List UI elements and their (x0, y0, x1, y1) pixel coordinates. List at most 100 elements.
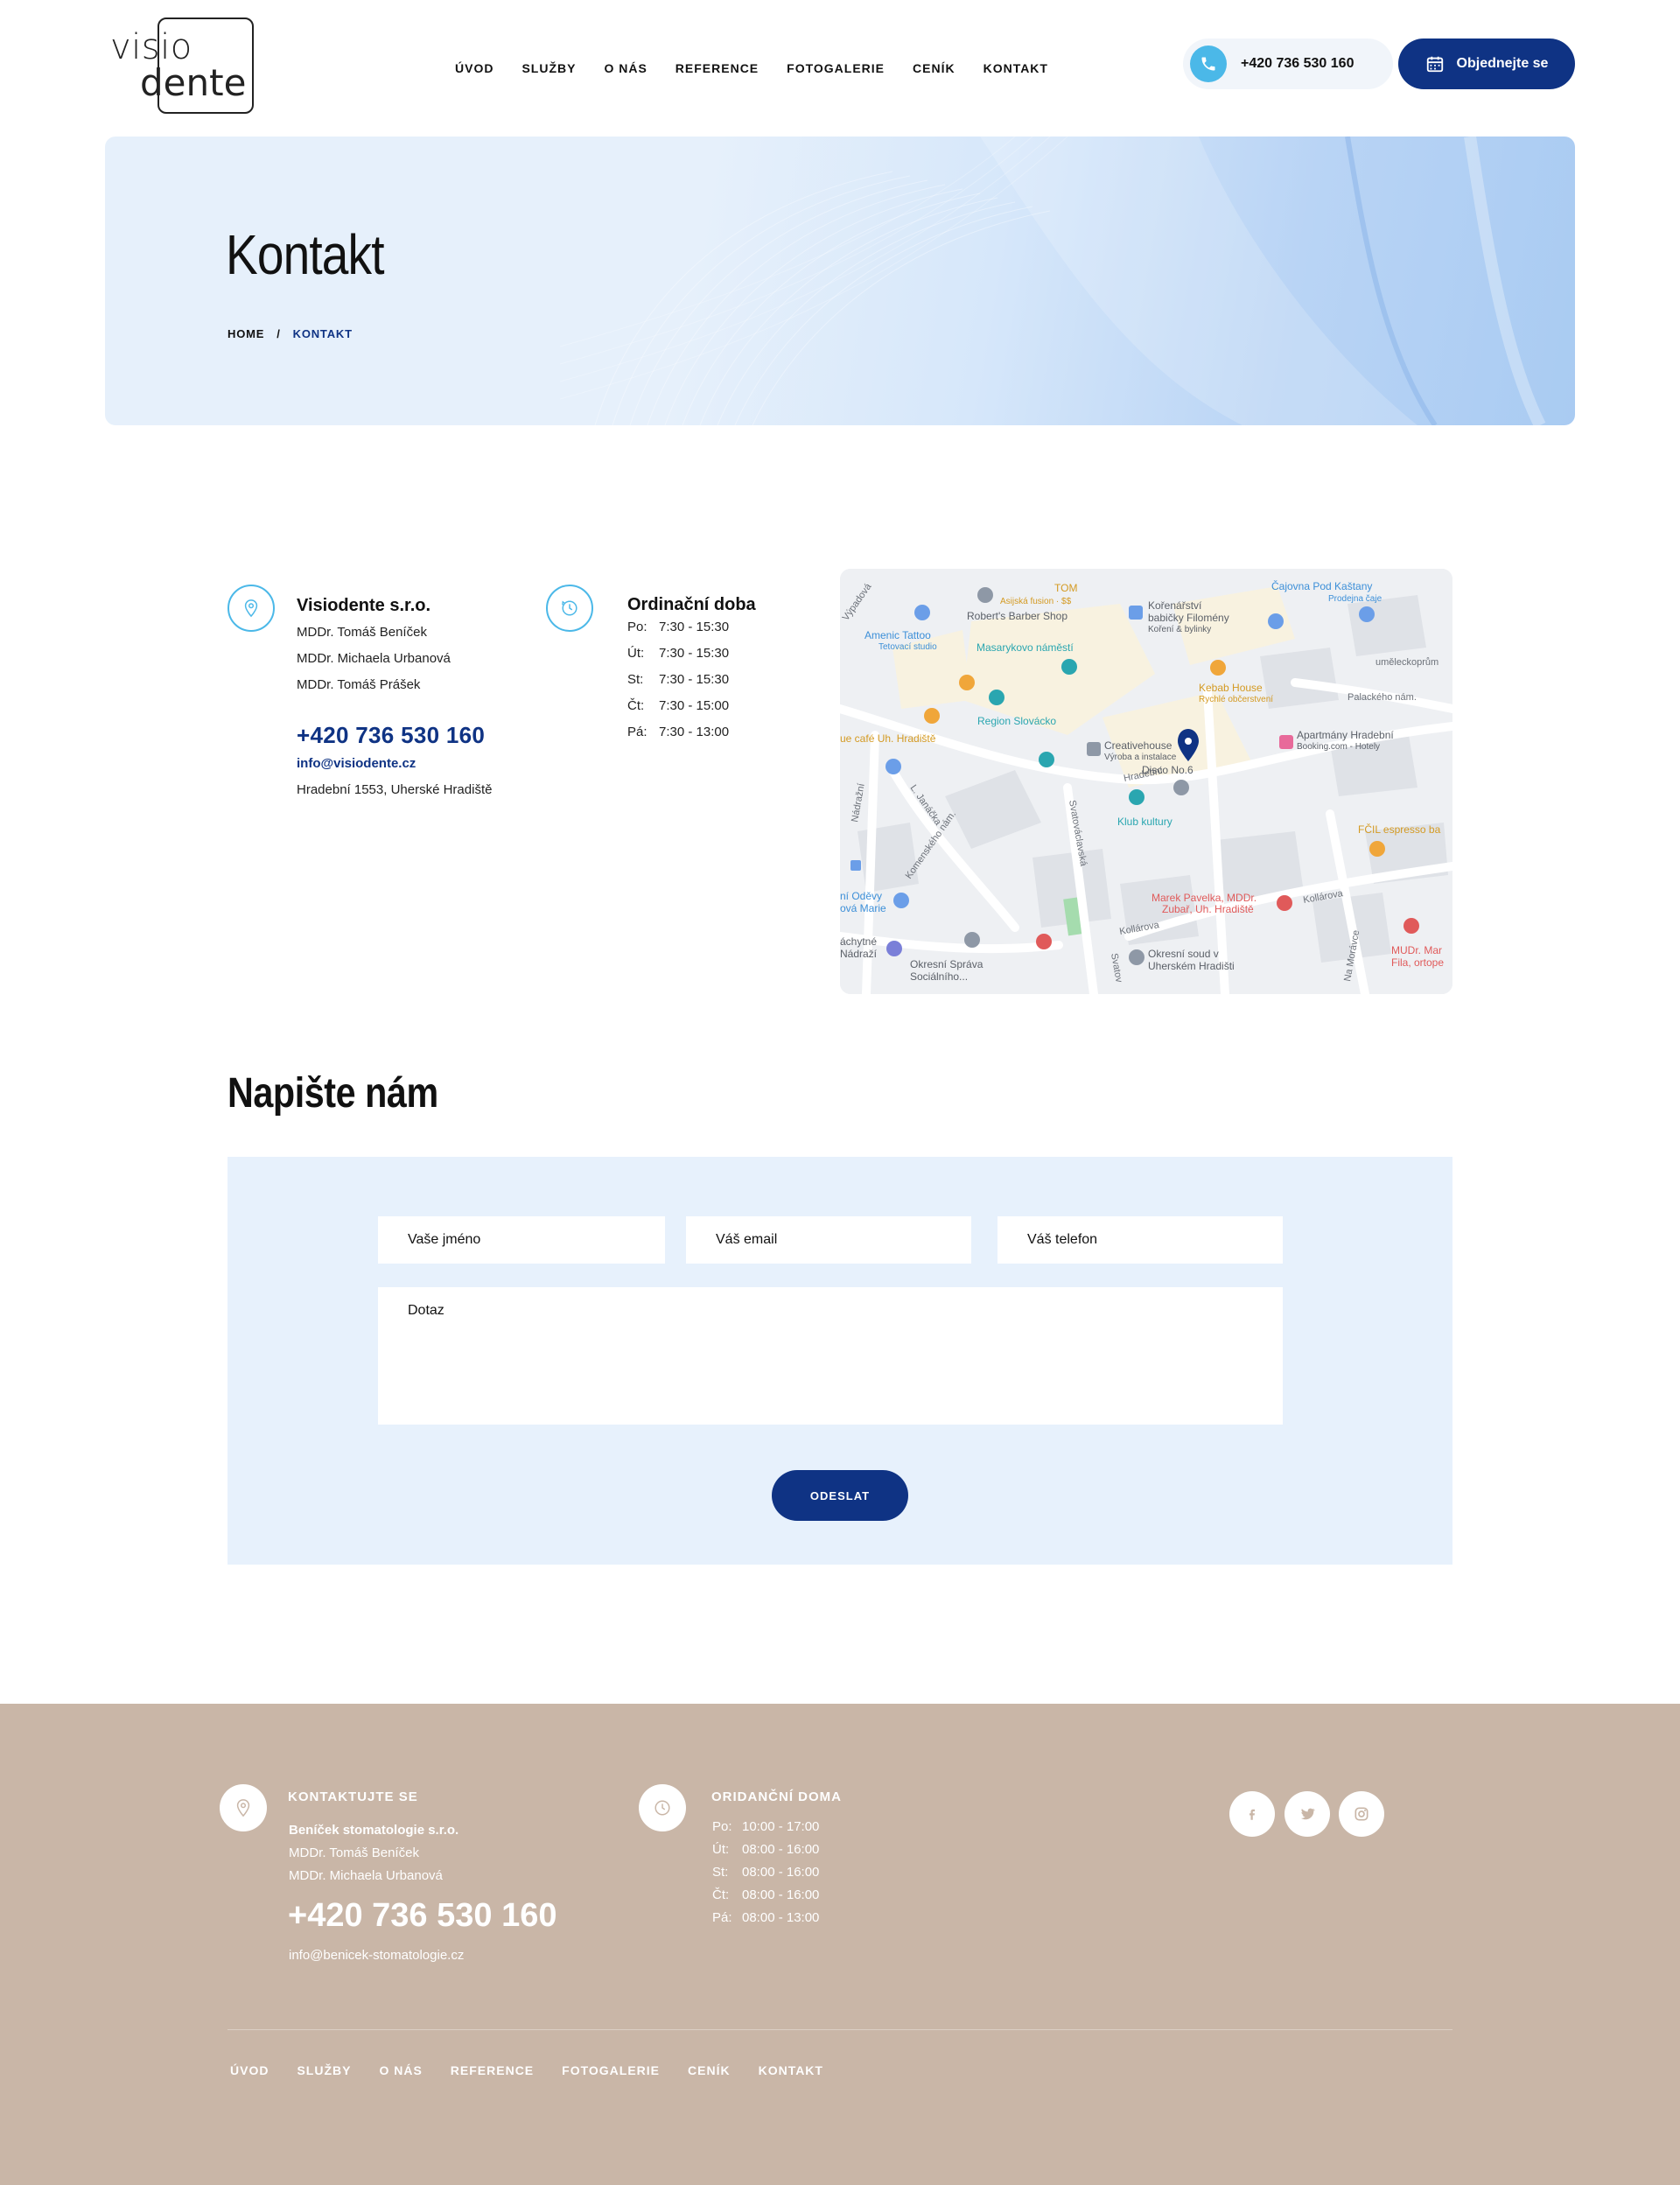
hours-row: Po: 7:30 - 15:30 (627, 620, 729, 646)
main-nav: ÚVOD SLUŽBY O NÁS REFERENCE FOTOGALERIE … (455, 61, 1048, 75)
map-label: Creativehouse (1104, 739, 1172, 752)
site-header: visio dente ÚVOD SLUŽBY O NÁS REFERENCE … (0, 0, 1680, 131)
map-label: Nádraží (840, 948, 878, 960)
logo[interactable]: visio dente (105, 16, 254, 114)
doctor-name: MDDr. Tomáš Beníček (297, 625, 427, 640)
breadcrumb-home[interactable]: HOME (228, 327, 264, 340)
name-input[interactable] (378, 1216, 665, 1264)
hours-time: 08:00 - 16:00 (742, 1865, 820, 1880)
footer-nav-link-uvod[interactable]: ÚVOD (230, 2063, 269, 2077)
phone-icon (1190, 46, 1227, 82)
footer-clock-icon (639, 1784, 686, 1831)
map-label: babičky Filomény (1148, 612, 1229, 624)
map-label: Zubař, Uh. Hradiště (1162, 903, 1254, 915)
hours-time: 08:00 - 13:00 (742, 1910, 820, 1925)
contact-address: Hradební 1553, Uherské Hradiště (297, 782, 493, 797)
map-label: Robert's Barber Shop (967, 610, 1068, 622)
map-label: Marek Pavelka, MDDr. (1152, 892, 1256, 904)
contact-email-link[interactable]: info@visiodente.cz (297, 756, 416, 771)
breadcrumb-current: KONTAKT (292, 327, 353, 340)
email-input[interactable] (686, 1216, 971, 1264)
footer-nav-link-reference[interactable]: REFERENCE (451, 2063, 534, 2077)
instagram-icon[interactable] (1339, 1791, 1384, 1837)
header-phone-number: +420 736 530 160 (1241, 56, 1354, 71)
hours-day: Po: (627, 620, 648, 634)
map-label: Kořenářství (1148, 599, 1202, 612)
message-textarea[interactable] (378, 1287, 1283, 1425)
nav-link-sluzby[interactable]: SLUŽBY (522, 61, 576, 75)
footer-hours-row: St: 08:00 - 16:00 (712, 1865, 819, 1887)
location-pin-icon (228, 585, 275, 632)
map-label: ue café Uh. Hradiště (840, 732, 936, 745)
map-label: Koření & bylinky (1148, 625, 1211, 634)
map-label: Apartmány Hradební (1297, 729, 1394, 741)
location-map[interactable]: Výpadová Hradební Svatováclavská Nádražn… (840, 569, 1452, 994)
map-label: Rychlé občerstvení (1199, 695, 1273, 704)
map-label: MUDr. Mar (1391, 944, 1442, 956)
map-label: Palackého nám. (1348, 692, 1417, 703)
footer-nav-link-kontakt[interactable]: KONTAKT (759, 2063, 823, 2077)
map-label: Klub kultury (1117, 816, 1172, 828)
map-label: Čajovna Pod Kaštany (1271, 579, 1372, 592)
footer-nav-link-o-nas[interactable]: O NÁS (379, 2063, 422, 2077)
map-label: Sociálního... (910, 970, 968, 983)
footer-nav-link-fotogalerie[interactable]: FOTOGALERIE (562, 2063, 660, 2077)
hours-day: Čt: (627, 698, 645, 713)
hours-row: Čt: 7:30 - 15:00 (627, 698, 729, 725)
hours-time: 7:30 - 15:30 (659, 620, 730, 634)
map-label: Region Slovácko (977, 715, 1056, 727)
footer-email-link[interactable]: info@benicek-stomatologie.cz (289, 1948, 464, 1963)
doctor-name: MDDr. Tomáš Prášek (297, 677, 421, 692)
map-label: Fila, ortope (1391, 956, 1444, 969)
book-appointment-button[interactable]: Objednejte se (1398, 39, 1575, 89)
map-label: Prodejna čaje (1328, 594, 1382, 604)
map-label: Tetovací studio (878, 642, 937, 652)
hours-day: Po: (712, 1819, 732, 1834)
hours-day: Čt: (712, 1887, 730, 1902)
contact-phone-link[interactable]: +420 736 530 160 (297, 722, 485, 749)
footer-hours-row: Pá: 08:00 - 13:00 (712, 1910, 819, 1933)
nav-link-fotogalerie[interactable]: FOTOGALERIE (787, 61, 885, 75)
map-label: TOM (1054, 582, 1077, 594)
header-phone-button[interactable]: +420 736 530 160 (1183, 39, 1393, 89)
opening-hours-title: Ordinační doba (627, 595, 756, 614)
phone-input[interactable] (998, 1216, 1283, 1264)
map-label: Kebab House (1199, 682, 1263, 694)
submit-button[interactable]: ODESLAT (772, 1470, 908, 1521)
breadcrumb-separator: / (276, 327, 281, 340)
footer-divider (228, 2029, 1452, 2030)
footer-company-name: Beníček stomatologie s.r.o. (289, 1823, 459, 1838)
hours-time: 7:30 - 13:00 (659, 725, 730, 739)
map-label: Výroba a instalace (1104, 753, 1177, 762)
hours-day: Út: (712, 1842, 730, 1857)
hours-day: Út: (627, 646, 645, 661)
nav-link-o-nas[interactable]: O NÁS (604, 61, 647, 75)
footer-hours-row: Po: 10:00 - 17:00 (712, 1819, 819, 1842)
hours-row: St: 7:30 - 15:30 (627, 672, 729, 698)
twitter-icon[interactable] (1284, 1791, 1330, 1837)
map-label: Disco No.6 (1142, 764, 1194, 776)
logo-text-bottom: dente (140, 61, 247, 104)
hours-time: 08:00 - 16:00 (742, 1842, 820, 1857)
nav-link-reference[interactable]: REFERENCE (676, 61, 759, 75)
map-label: FČIL espresso ba (1358, 823, 1441, 836)
footer-nav-link-sluzby[interactable]: SLUŽBY (297, 2063, 351, 2077)
map-label: áchytné (840, 935, 877, 948)
page-hero: Kontakt HOME / KONTAKT (105, 137, 1575, 425)
map-label: Amenic Tattoo (864, 629, 931, 641)
footer-hours-list: Po: 10:00 - 17:00 Út: 08:00 - 16:00 St: 08:… (712, 1819, 819, 1933)
facebook-icon[interactable] (1229, 1791, 1275, 1837)
hours-row: Út: 7:30 - 15:30 (627, 646, 729, 672)
hours-day: Pá: (712, 1910, 732, 1925)
footer-hours-row: Čt: 08:00 - 16:00 (712, 1887, 819, 1910)
nav-link-cenik[interactable]: CENÍK (913, 61, 956, 75)
doctor-name: MDDr. Michaela Urbanová (297, 651, 451, 666)
opening-hours-list: Po: 7:30 - 15:30 Út: 7:30 - 15:30 St: 7:30 … (627, 620, 729, 751)
map-label: Booking.com - Hotely (1297, 742, 1380, 752)
footer-phone-link[interactable]: +420 736 530 160 (288, 1897, 556, 1935)
footer-nav-link-cenik[interactable]: CENÍK (688, 2063, 731, 2077)
hours-day: St: (712, 1865, 729, 1880)
nav-link-uvod[interactable]: ÚVOD (455, 61, 494, 75)
clock-icon (546, 585, 593, 632)
nav-link-kontakt[interactable]: KONTAKT (984, 61, 1048, 75)
